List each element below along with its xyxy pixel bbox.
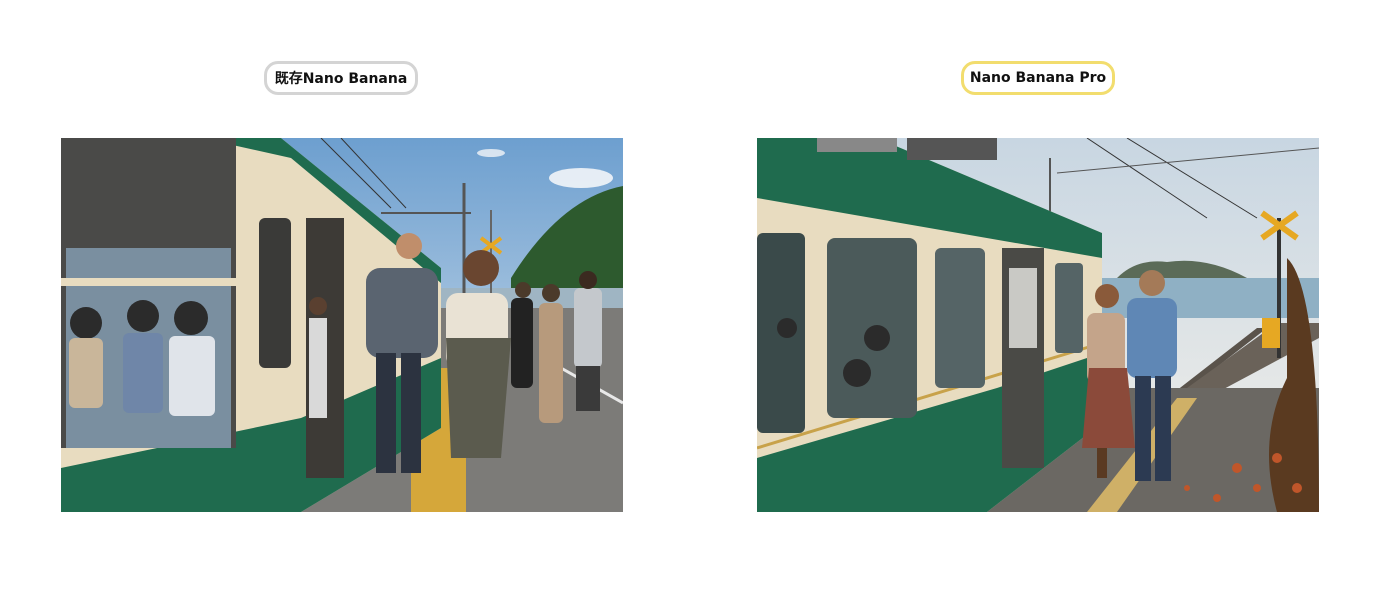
model-label-pro-text: Nano Banana Pro [969,70,1107,86]
train-platform-illustration-right [757,138,1319,512]
model-label-existing: 既存Nano Banana [264,61,418,95]
comparison-image-pro [757,138,1319,512]
model-label-pro: Nano Banana Pro [961,61,1115,95]
comparison-image-existing [61,138,623,512]
train-platform-illustration-left [61,138,623,512]
model-label-existing-text: 既存Nano Banana [274,71,408,87]
